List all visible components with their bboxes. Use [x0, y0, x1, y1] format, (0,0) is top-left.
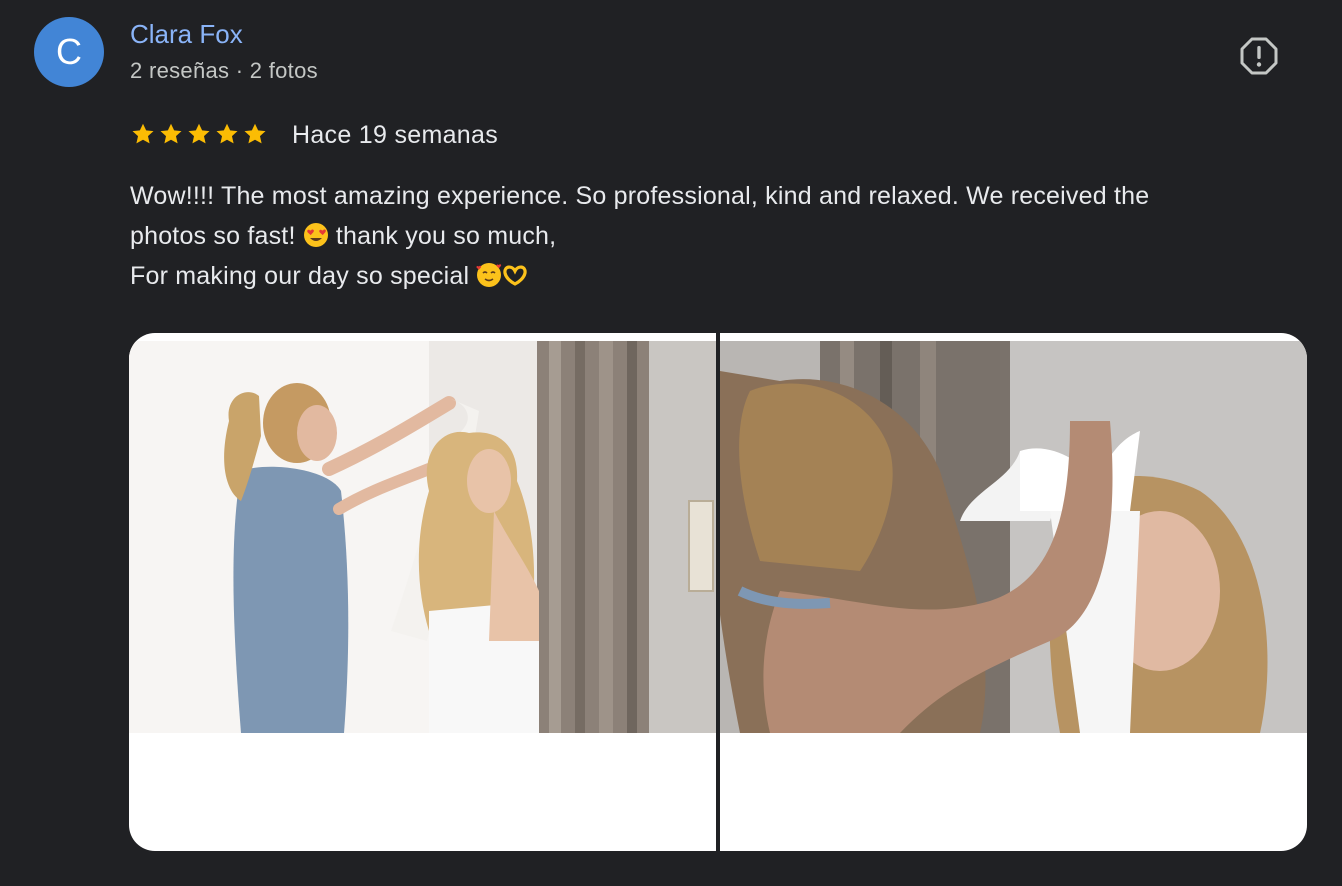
review-card: C Clara Fox 2 reseñas · 2 fotos Hace 19 …: [0, 0, 1342, 886]
reviewer-name[interactable]: Clara Fox: [130, 19, 243, 50]
report-flag-icon[interactable]: [1240, 37, 1278, 75]
review-photo-1[interactable]: [129, 333, 716, 851]
smiling-face-with-hearts-icon: [476, 260, 502, 287]
heart-hands-icon: [502, 260, 528, 286]
review-photos: [129, 333, 1307, 851]
review-text-line-2-end: thank you so much,: [328, 222, 557, 250]
review-text-line-2-start: photos so fast!: [130, 222, 303, 250]
bride-bow-photo: [720, 341, 1307, 733]
reviewer-meta: 2 reseñas · 2 fotos: [130, 58, 318, 83]
review-photo-2[interactable]: [720, 333, 1307, 851]
smiling-face-with-heart-eyes-icon: [303, 220, 329, 247]
star-icon: [158, 121, 184, 147]
bride-veil-photo: [129, 341, 716, 733]
star-icon: [186, 121, 212, 147]
star-icon: [214, 121, 240, 147]
review-text: Wow!!!! The most amazing experience. So …: [130, 176, 1310, 296]
avatar[interactable]: C: [34, 17, 104, 87]
review-text-line-2: photos so fast! thank you so much,: [130, 216, 1310, 256]
review-text-line-3: For making our day so special: [130, 256, 1310, 296]
avatar-initial: C: [56, 31, 82, 72]
star-icon: [242, 121, 268, 147]
review-date: Hace 19 semanas: [292, 121, 499, 149]
review-text-line-3-start: For making our day so special: [130, 262, 477, 290]
star-rating: [130, 121, 268, 147]
review-text-line-1: Wow!!!! The most amazing experience. So …: [130, 182, 1150, 210]
star-icon: [130, 121, 156, 147]
